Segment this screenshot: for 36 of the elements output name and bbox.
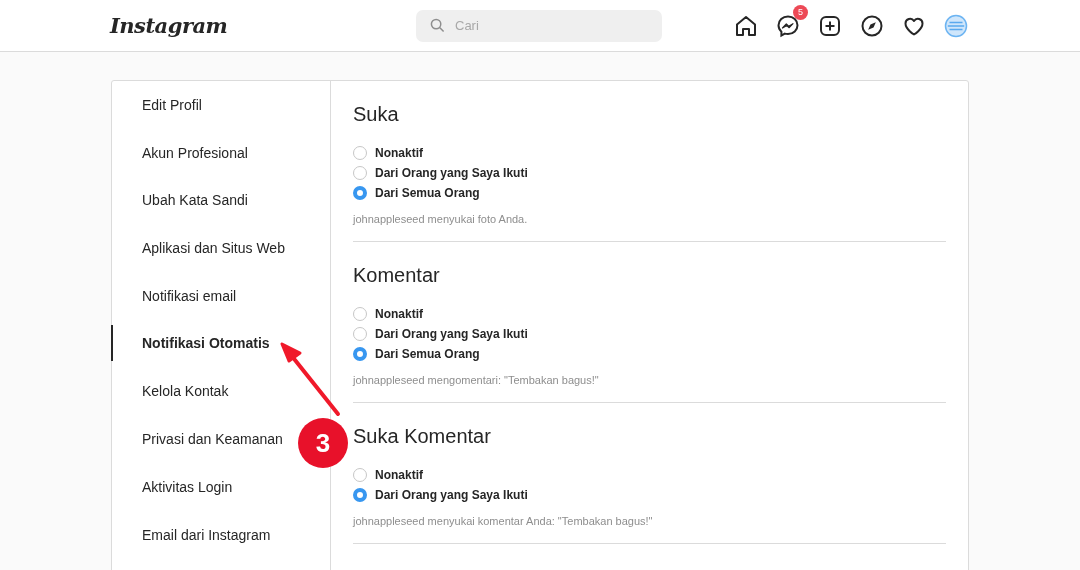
option-label[interactable]: Dari Orang yang Saya Ikuti (375, 326, 528, 341)
sidebar-item[interactable]: Edit Profil (111, 93, 206, 141)
radio-button[interactable] (353, 346, 367, 361)
radio-button[interactable] (353, 487, 367, 502)
example-text: johnappleseed mengomentari: "Tembakan bagus!" (353, 374, 600, 386)
sidebar-item[interactable]: Kelola Kontak (111, 379, 233, 428)
sidebar-item[interactable]: Privasi dan Keamanan (111, 427, 287, 475)
messenger-icon[interactable] (776, 13, 800, 38)
sidebar-item[interactable]: Ubah Kata Sandi (111, 188, 252, 237)
section-title: Suka Komentar (353, 425, 492, 448)
sidebar-item[interactable]: Aktivitas Login (111, 474, 237, 523)
option-label[interactable]: Nonaktif (375, 145, 423, 160)
section-title: Suka (353, 103, 400, 126)
sidebar-item[interactable]: Aplikasi dan Situs Web (111, 236, 289, 284)
option-label[interactable]: Dari Orang yang Saya Ikuti (375, 487, 528, 502)
notification-badge: 5 (793, 4, 808, 20)
add-post-icon[interactable] (818, 13, 842, 38)
home-icon[interactable] (734, 13, 758, 38)
sidebar-item[interactable]: Email dari Instagram (111, 522, 275, 570)
sidebar-item[interactable]: Akun Profesional (111, 140, 252, 189)
option-label[interactable]: Nonaktif (375, 467, 423, 482)
compass-icon[interactable] (860, 13, 884, 38)
search-field[interactable]: Cari (416, 9, 662, 42)
search-icon (430, 18, 445, 33)
example-text: johnappleseed menyukai foto Anda. (353, 213, 529, 225)
option-label[interactable]: Dari Semua Orang (375, 185, 480, 200)
option-label[interactable]: Nonaktif (375, 306, 423, 321)
radio-button[interactable] (353, 185, 367, 200)
profile-avatar-icon[interactable] (944, 13, 968, 38)
option-label[interactable]: Dari Semua Orang (375, 346, 480, 361)
instagram-logo[interactable]: Instagram (110, 13, 416, 38)
search-input[interactable]: Cari (455, 9, 648, 42)
example-text: johnappleseed menyukai komentar Anda: "Tembakan bagus!" (353, 515, 654, 527)
option-label[interactable]: Dari Orang yang Saya Ikuti (375, 165, 528, 180)
sidebar-item[interactable]: Notifikasi Otomatis (111, 325, 274, 362)
section-title: Komentar (353, 264, 441, 287)
